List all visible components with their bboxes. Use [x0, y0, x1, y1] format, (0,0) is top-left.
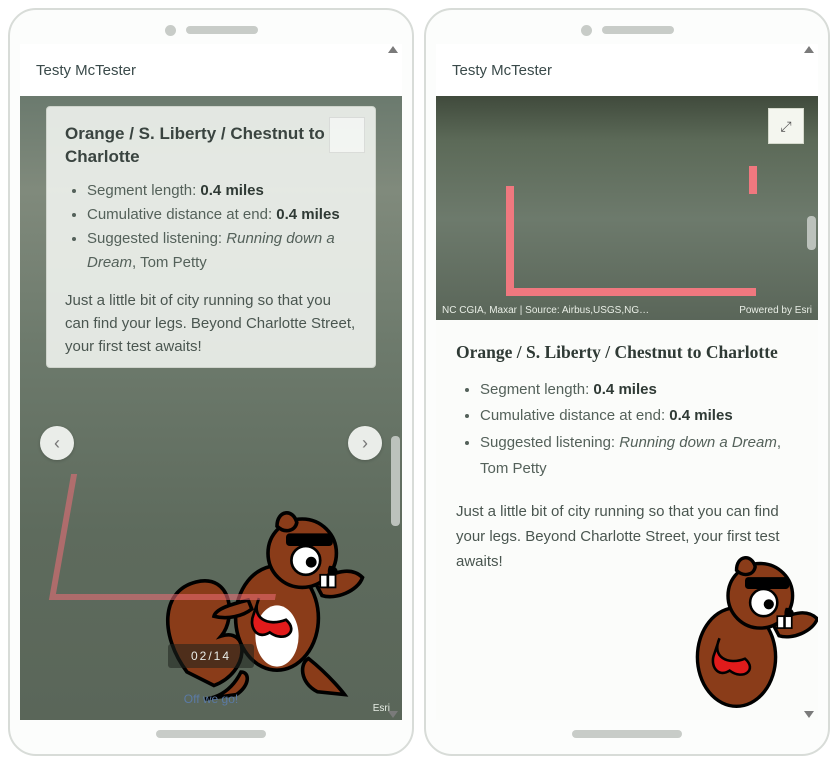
scroll-up-icon[interactable]	[388, 46, 398, 53]
speaker-bar	[186, 26, 258, 34]
label: Cumulative distance at end:	[480, 407, 669, 424]
prev-button[interactable]: ‹	[40, 426, 74, 460]
expand-icon: ⤢	[780, 118, 791, 135]
chevron-left-icon: ‹	[54, 433, 60, 454]
app-title: Testy McTester	[36, 62, 136, 79]
sep: ,	[777, 434, 781, 451]
device-homebar	[20, 724, 402, 744]
app-title: Testy McTester	[452, 62, 552, 79]
homebar	[156, 730, 266, 738]
fact-listening: Suggested listening: Running down a Drea…	[87, 227, 357, 275]
device-notch	[436, 20, 818, 40]
segment-card: Orange / S. Liberty / Chestnut to Charlo…	[46, 106, 376, 368]
fact-length: Segment length: 0.4 miles	[87, 179, 357, 203]
value: 0.4 miles	[200, 182, 263, 199]
segment-facts: Segment length: 0.4 miles Cumulative dis…	[456, 377, 798, 482]
squirrel-mascot	[618, 530, 819, 721]
fact-listening: Suggested listening: Running down a Drea…	[480, 430, 798, 483]
map-attribution: NC CGIA, Maxar | Source: Airbus,USGS,NG……	[442, 305, 812, 316]
screen-right: Testy McTester ⤢ NC CGIA, Maxar | Source…	[436, 44, 818, 720]
scrollbar-thumb[interactable]	[391, 436, 400, 526]
map-background[interactable]: Orange / S. Liberty / Chestnut to Charlo…	[20, 96, 402, 720]
expand-map-button[interactable]	[329, 117, 365, 153]
label: Suggested listening:	[480, 434, 619, 451]
slide-caption: Off we go!	[184, 692, 238, 706]
expand-map-button[interactable]: ⤢	[768, 108, 804, 144]
route-line	[749, 166, 757, 194]
fact-length: Segment length: 0.4 miles	[480, 377, 798, 403]
fact-cumulative: Cumulative distance at end: 0.4 miles	[87, 203, 357, 227]
device-homebar	[436, 724, 818, 744]
label: Suggested listening:	[87, 230, 226, 247]
page-header: Testy McTester	[436, 44, 818, 98]
scrollbar-thumb[interactable]	[807, 216, 816, 250]
segment-title: Orange / S. Liberty / Chestnut to Charlo…	[456, 342, 798, 363]
attribution-left: NC CGIA, Maxar | Source: Airbus,USGS,NG…	[442, 305, 649, 316]
track: Running down a Dream	[619, 434, 777, 451]
camera-dot	[165, 25, 176, 36]
value: 0.4 miles	[593, 381, 656, 398]
scroll-up-icon[interactable]	[804, 46, 814, 53]
map-panel[interactable]: ⤢ NC CGIA, Maxar | Source: Airbus,USGS,N…	[436, 96, 818, 320]
value: 0.4 miles	[669, 407, 732, 424]
camera-dot	[581, 25, 592, 36]
page-header: Testy McTester	[20, 44, 402, 98]
speaker-bar	[602, 26, 674, 34]
artist: Tom Petty	[140, 254, 207, 271]
label: Segment length:	[480, 381, 593, 398]
pager-current: 02	[191, 649, 208, 663]
sep: ,	[132, 254, 140, 271]
label: Cumulative distance at end:	[87, 206, 276, 223]
pager-total: 14	[214, 649, 231, 663]
segment-facts: Segment length: 0.4 miles Cumulative dis…	[65, 179, 357, 275]
squirrel-mascot	[151, 483, 385, 717]
fact-cumulative: Cumulative distance at end: 0.4 miles	[480, 403, 798, 429]
homebar	[572, 730, 682, 738]
segment-body: Just a little bit of city running so tha…	[65, 289, 357, 359]
device-frame-right: Testy McTester ⤢ NC CGIA, Maxar | Source…	[424, 8, 830, 756]
route-line	[506, 186, 756, 296]
next-button[interactable]: ›	[348, 426, 382, 460]
scroll-down-icon[interactable]	[804, 711, 814, 718]
pager: 02 / 14	[168, 644, 254, 668]
content-column: ⤢ NC CGIA, Maxar | Source: Airbus,USGS,N…	[436, 96, 818, 720]
label: Segment length:	[87, 182, 200, 199]
chevron-right-icon: ›	[362, 433, 368, 454]
value: 0.4 miles	[276, 206, 339, 223]
artist: Tom Petty	[480, 460, 547, 477]
scroll-down-icon[interactable]	[388, 711, 398, 718]
segment-title: Orange / S. Liberty / Chestnut to Charlo…	[65, 123, 357, 169]
device-frame-left: Testy McTester Orange / S. Liberty / Che…	[8, 8, 414, 756]
attribution-right: Powered by Esri	[739, 305, 812, 316]
screen-left: Testy McTester Orange / S. Liberty / Che…	[20, 44, 402, 720]
device-notch	[20, 20, 402, 40]
